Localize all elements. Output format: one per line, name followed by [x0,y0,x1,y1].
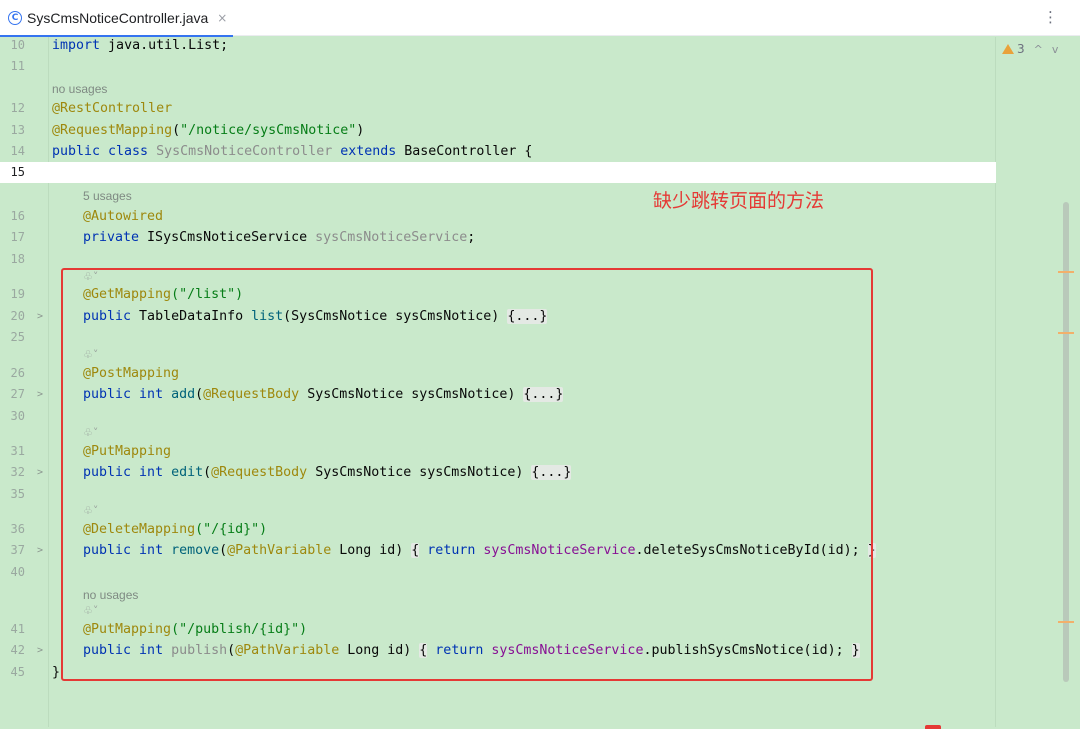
code-text: @RequestMapping("/notice/sysCmsNotice") [52,120,364,141]
java-class-icon: C [8,11,22,25]
keyword: extends [340,144,397,159]
warning-count: 3 [1017,42,1025,56]
code-line: 18 [0,249,996,270]
line-number: 11 [10,59,25,73]
code-line: 17 private ISysCmsNoticeService sysCmsNo… [0,227,996,248]
line-number: 25 [10,330,25,344]
code-text: import java.util.List; [52,35,228,56]
type-name: ISysCmsNoticeService [139,230,316,245]
class-name: SysCmsNoticeController [148,144,341,159]
annotation: @RequestMapping [52,123,173,138]
tab-syscmsnoticecontroller[interactable]: C SysCmsNoticeController.java × [0,0,233,37]
usages-hint[interactable]: 5 usages [83,187,132,205]
identifier: java.util.List; [100,38,229,53]
chevron-up-icon[interactable]: ^ [1034,43,1043,56]
code-line: 16 @Autowired [0,206,996,227]
keyword: public class [52,144,149,159]
annotation: @Autowired [83,209,164,224]
line-number: 27 [10,387,25,401]
line-number: 26 [10,366,25,380]
field-name: sysCmsNoticeService [315,230,468,245]
line-number: 30 [10,409,25,423]
fold-expand-icon[interactable]: > [37,640,43,661]
line-number: 42 [10,643,25,657]
keyword: private [83,230,140,245]
line-number: 16 [10,209,25,223]
class-closing-brace: } [52,665,61,680]
tab-title: SysCmsNoticeController.java [27,10,209,26]
punctuation: ) [356,123,365,138]
annotation: @RestController [52,101,173,116]
line-number: 12 [10,101,25,115]
fold-expand-icon[interactable]: > [37,306,43,327]
line-number: 14 [10,144,25,158]
code-line: 13 @RequestMapping("/notice/sysCmsNotice… [0,120,996,141]
line-number: 37 [10,543,25,557]
error-stripe-marker[interactable] [1058,271,1074,273]
code-line: 12 @RestController [0,98,996,119]
warning-icon [1002,44,1014,54]
line-number: 15 [10,165,25,179]
line-number: 20 [10,309,25,323]
code-text: private ISysCmsNoticeService sysCmsNotic… [83,227,475,248]
close-icon[interactable]: × [217,11,227,25]
line-number: 18 [10,252,25,266]
code-line: 10 import java.util.List; [0,35,996,56]
keyword: import [52,38,101,53]
vertical-scrollbar-thumb[interactable] [1063,202,1069,682]
line-number: 32 [10,465,25,479]
fold-expand-icon[interactable]: > [37,384,43,405]
error-stripe-marker[interactable] [1058,332,1074,334]
arrow-tip-mark [925,725,941,729]
line-number: 41 [10,622,25,636]
usages-hint[interactable]: no usages [52,80,107,98]
punctuation: ; [467,230,476,245]
inspection-widget[interactable]: 3 ^ v [1002,42,1058,56]
annotation-note: 缺少跳转页面的方法 [653,190,825,212]
fold-expand-icon[interactable]: > [37,540,43,561]
line-number: 40 [10,565,25,579]
error-stripe-marker[interactable] [1058,621,1074,623]
chevron-down-icon[interactable]: v [1052,43,1059,56]
identifier: BaseController { [396,144,533,159]
code-editor[interactable]: 10 import java.util.List; 11 no usages 1… [0,37,1080,727]
line-number: 13 [10,123,25,137]
code-line: 14 public class SysCmsNoticeController e… [0,141,996,162]
line-number: 19 [10,287,25,301]
more-options-icon[interactable]: ⋮ [1043,8,1058,26]
fold-expand-icon[interactable]: > [37,462,43,483]
code-text: public class SysCmsNoticeController exte… [52,141,532,162]
string-literal: "/notice/sysCmsNotice" [180,123,357,138]
line-number: 17 [10,230,25,244]
code-line: 11 [0,56,996,77]
line-number: 45 [10,665,25,679]
line-number: 36 [10,522,25,536]
highlight-box [61,268,873,681]
line-number: 10 [10,38,25,52]
editor-tab-bar: C SysCmsNoticeController.java × ⋮ [0,0,1080,37]
line-number: 31 [10,444,25,458]
line-number: 35 [10,487,25,501]
current-line: 15 [0,162,996,183]
punctuation: ( [172,123,181,138]
